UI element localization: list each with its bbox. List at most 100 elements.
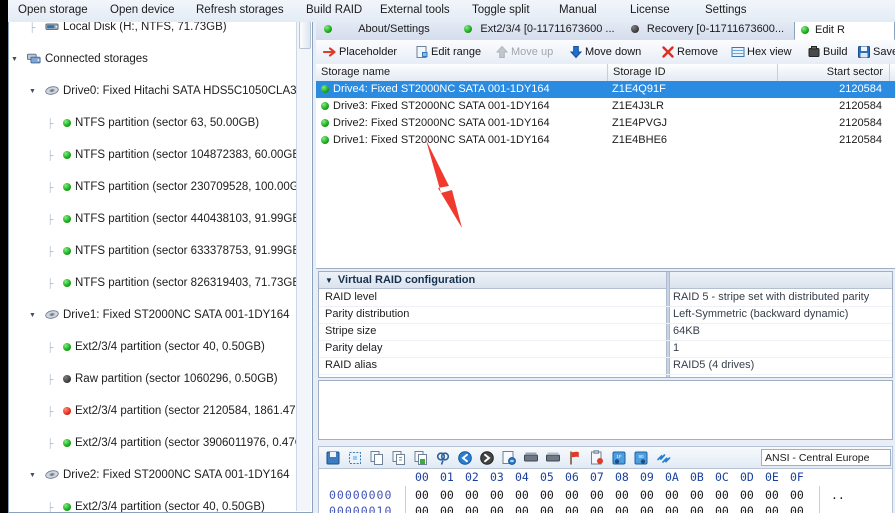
tree-item-partition[interactable]: ├ Raw partition (sector 1060296, 0.50GB) xyxy=(9,371,299,387)
jump-sector-icon[interactable] xyxy=(523,450,539,466)
tree-item-device[interactable]: ▼ Drive1: Fixed ST2000NC SATA 001-1DY164 xyxy=(9,307,299,323)
tree-item-partition[interactable]: ├ NTFS partition (sector 230709528, 100.0… xyxy=(9,179,299,195)
tree-item-partition[interactable]: ├ NTFS partition (sector 633378753, 91.99… xyxy=(9,243,299,259)
tree-item-partition[interactable]: ├ Ext2/3/4 partition (sector 40, 0.50GB) xyxy=(9,339,299,355)
chevron-right-icon[interactable]: ├ xyxy=(47,147,53,163)
raid-config-value: RAID 5 - stripe set with distributed par… xyxy=(673,291,870,303)
tree-item-label: NTFS partition (sector 633378753, 91.99G… xyxy=(75,245,299,257)
tree-item-device[interactable]: ▼ Drive0: Fixed Hitachi SATA HDS5C1050CLA… xyxy=(9,83,299,99)
chevron-right-icon[interactable]: ├ xyxy=(47,339,53,355)
encoding-select[interactable]: ANSI - Central Europe xyxy=(761,449,891,466)
raid-config-header[interactable]: ▼ Virtual RAID configuration xyxy=(319,272,892,289)
placeholder-button[interactable]: Placeholder xyxy=(322,43,397,61)
remove-button[interactable]: Remove xyxy=(660,43,718,61)
toolbar-button-label: Save xyxy=(873,46,895,58)
copy-page-icon[interactable] xyxy=(391,450,407,466)
raid-config-row[interactable]: Parity distribution Left-Symmetric (backw… xyxy=(319,306,892,324)
hex-column-header: 0C xyxy=(715,470,729,484)
select-block-icon[interactable] xyxy=(347,450,363,466)
decode-dec-icon[interactable]: 1F xyxy=(611,450,627,466)
back-icon[interactable] xyxy=(457,450,473,466)
hex-offset: 00000000 xyxy=(329,488,393,502)
chevron-down-icon[interactable]: ▼ xyxy=(29,84,36,100)
menu-item-settings[interactable]: Settings xyxy=(705,4,747,16)
tree-item-device[interactable]: ▼ Connected storages xyxy=(9,51,299,67)
tree-item-partition[interactable]: ├ Ext2/3/4 partition (sector 2120584, 186… xyxy=(9,403,299,419)
menu-item-external-tools[interactable]: External tools xyxy=(380,4,450,16)
find-icon[interactable] xyxy=(435,450,451,466)
menu-item-toggle-split[interactable]: Toggle split xyxy=(472,4,530,16)
copy-green-icon[interactable] xyxy=(413,450,429,466)
tree-scrollbar[interactable] xyxy=(296,19,311,511)
storage-name-cell: Drive2: Fixed ST2000NC SATA 001-1DY164 xyxy=(333,117,550,129)
clipboard-icon[interactable] xyxy=(589,450,605,466)
hex-view-button[interactable]: Hex view xyxy=(730,43,792,61)
raid-config-row[interactable]: Asynchronous I/O When possible xyxy=(319,374,892,377)
tree-scrollbar-thumb[interactable] xyxy=(299,21,311,49)
raid-toolbar: Placeholder Edit range Move up Move down Rem… xyxy=(316,40,895,65)
storages-tree[interactable]: ├ Local Disk (H:, NTFS, 71.73GB) ▼ Connecte… xyxy=(9,18,299,512)
build-button[interactable]: Build xyxy=(806,43,847,61)
tree-item-label: NTFS partition (sector 230709528, 100.00… xyxy=(75,181,299,193)
storage-row[interactable]: Drive4: Fixed ST2000NC SATA 001-1DY164 Z1… xyxy=(316,81,895,98)
move-down-button[interactable]: Move down xyxy=(568,43,641,61)
storage-list[interactable]: Drive4: Fixed ST2000NC SATA 001-1DY164 Z1… xyxy=(316,81,895,269)
hex-viewer[interactable]: 00 01 02 03 04 05 06 07 08 09 0A 0B 0C 0D 0E 0F 0000000… xyxy=(318,468,893,513)
storages-icon xyxy=(27,53,41,64)
hdd-icon xyxy=(45,309,59,320)
edit-range-button[interactable]: Edit range xyxy=(414,43,481,61)
tree-item-partition[interactable]: ├ NTFS partition (sector 440438103, 91.99… xyxy=(9,211,299,227)
menu-item-manual[interactable]: Manual xyxy=(559,4,597,16)
chevron-down-icon[interactable]: ▼ xyxy=(11,52,18,68)
chevron-right-icon[interactable]: ├ xyxy=(47,499,53,512)
tree-item-partition[interactable]: ├ Ext2/3/4 partition (sector 3906011976, … xyxy=(9,435,299,451)
decode-hex-icon[interactable]: 90 xyxy=(633,450,649,466)
menu-item-license[interactable]: License xyxy=(630,4,670,16)
bookmark-flag-icon[interactable] xyxy=(567,450,583,466)
chevron-right-icon[interactable]: ├ xyxy=(47,275,53,291)
raid-config-row[interactable]: RAID alias RAID5 (4 drives) xyxy=(319,357,892,375)
hex-byte: 00 xyxy=(790,488,804,502)
chevron-right-icon[interactable]: ├ xyxy=(47,115,53,131)
storage-row[interactable]: Drive2: Fixed ST2000NC SATA 001-1DY164 Z1… xyxy=(316,115,895,132)
raid-config-row[interactable]: Stripe size 64KB xyxy=(319,323,892,341)
column-header-start-sector[interactable]: Start sector xyxy=(778,64,890,81)
tree-item-partition[interactable]: ├ NTFS partition (sector 826319403, 71.73… xyxy=(9,275,299,291)
jump-offset-icon[interactable] xyxy=(545,450,561,466)
menu-item-build-raid[interactable]: Build RAID xyxy=(306,4,362,16)
tree-item-partition[interactable]: ├ NTFS partition (sector 63, 50.00GB) xyxy=(9,115,299,131)
chevron-right-icon[interactable]: ├ xyxy=(47,243,53,259)
raid-config-row[interactable]: Parity delay 1 xyxy=(319,340,892,358)
tree-item-partition[interactable]: ├ NTFS partition (sector 104872383, 60.00… xyxy=(9,147,299,163)
forward-icon[interactable] xyxy=(479,450,495,466)
chevron-right-icon[interactable]: ├ xyxy=(47,211,53,227)
column-header-storage-name[interactable]: Storage name xyxy=(316,64,608,81)
storage-row[interactable]: Drive1: Fixed ST2000NC SATA 001-1DY164 Z1… xyxy=(316,132,895,149)
refresh-icon[interactable] xyxy=(655,450,671,466)
raid-config-row[interactable]: RAID level RAID 5 - stripe set with distr… xyxy=(319,289,892,307)
toolbar-button-label: Move down xyxy=(585,46,642,58)
chevron-right-icon[interactable]: ├ xyxy=(47,403,53,419)
hex-byte: 00 xyxy=(740,504,754,513)
tab-status-dot-green xyxy=(464,25,472,33)
chevron-right-icon[interactable]: ├ xyxy=(47,371,53,387)
raid-config-key: RAID level xyxy=(325,291,377,303)
chevron-right-icon[interactable]: ├ xyxy=(47,435,53,451)
save-button[interactable]: Save xyxy=(856,43,895,61)
copy-icon[interactable] xyxy=(369,450,385,466)
goto-icon[interactable] xyxy=(501,450,517,466)
column-header-storage-id[interactable]: Storage ID xyxy=(608,64,778,81)
menu-item-open-storage[interactable]: Open storage xyxy=(18,4,88,16)
chevron-right-icon[interactable]: ├ xyxy=(47,179,53,195)
tree-item-device[interactable]: ▼ Drive2: Fixed ST2000NC SATA 001-1DY164 xyxy=(9,467,299,483)
tree-item-partition[interactable]: ├ Ext2/3/4 partition (sector 40, 0.50GB) xyxy=(9,499,299,512)
chevron-down-icon[interactable]: ▼ xyxy=(29,308,36,324)
storage-row[interactable]: Drive3: Fixed ST2000NC SATA 001-1DY164 Z1… xyxy=(316,98,895,115)
empty-preview-area xyxy=(318,380,893,440)
hex-column-header: 0A xyxy=(665,470,679,484)
menu-item-refresh-storages[interactable]: Refresh storages xyxy=(196,4,284,16)
chevron-down-icon[interactable]: ▼ xyxy=(29,468,36,484)
save-icon[interactable] xyxy=(325,450,341,466)
menu-item-open-device[interactable]: Open device xyxy=(110,4,175,16)
toolbar-button-label: Placeholder xyxy=(339,46,398,58)
